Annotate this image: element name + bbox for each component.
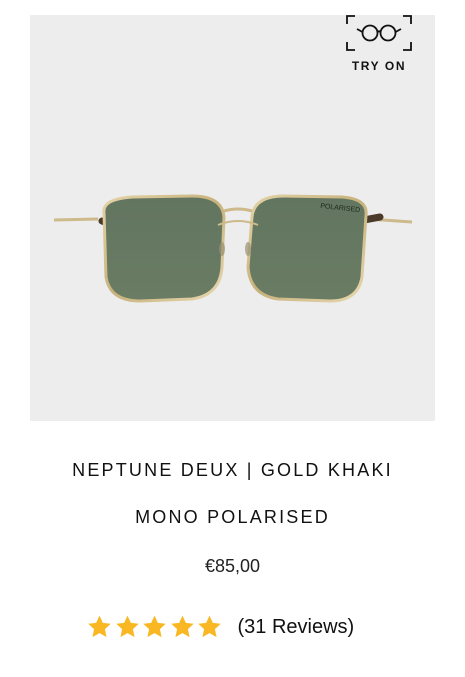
product-name-line-2[interactable]: MONO POLARISED xyxy=(0,507,465,528)
star-icon xyxy=(170,615,194,638)
star-icon xyxy=(88,615,111,638)
star-icon xyxy=(143,615,166,638)
try-on-button[interactable]: TRY ON xyxy=(343,15,415,79)
try-on-label: TRY ON xyxy=(351,59,407,73)
product-name-line-1[interactable]: NEPTUNE DEUX | GOLD KHAKI xyxy=(0,460,465,481)
product-image[interactable]: TRY ON POLARISED xyxy=(30,15,435,421)
rating[interactable]: (31 Reviews) xyxy=(86,610,354,644)
glasses-frame-icon xyxy=(346,15,412,51)
reviews-link[interactable]: (31 Reviews) xyxy=(238,616,355,639)
star-rating xyxy=(86,614,224,640)
star-icon xyxy=(198,615,221,638)
sunglasses-product-photo: POLARISED xyxy=(53,194,413,303)
product-price: €85,00 xyxy=(204,556,261,576)
star-icon xyxy=(115,615,139,638)
